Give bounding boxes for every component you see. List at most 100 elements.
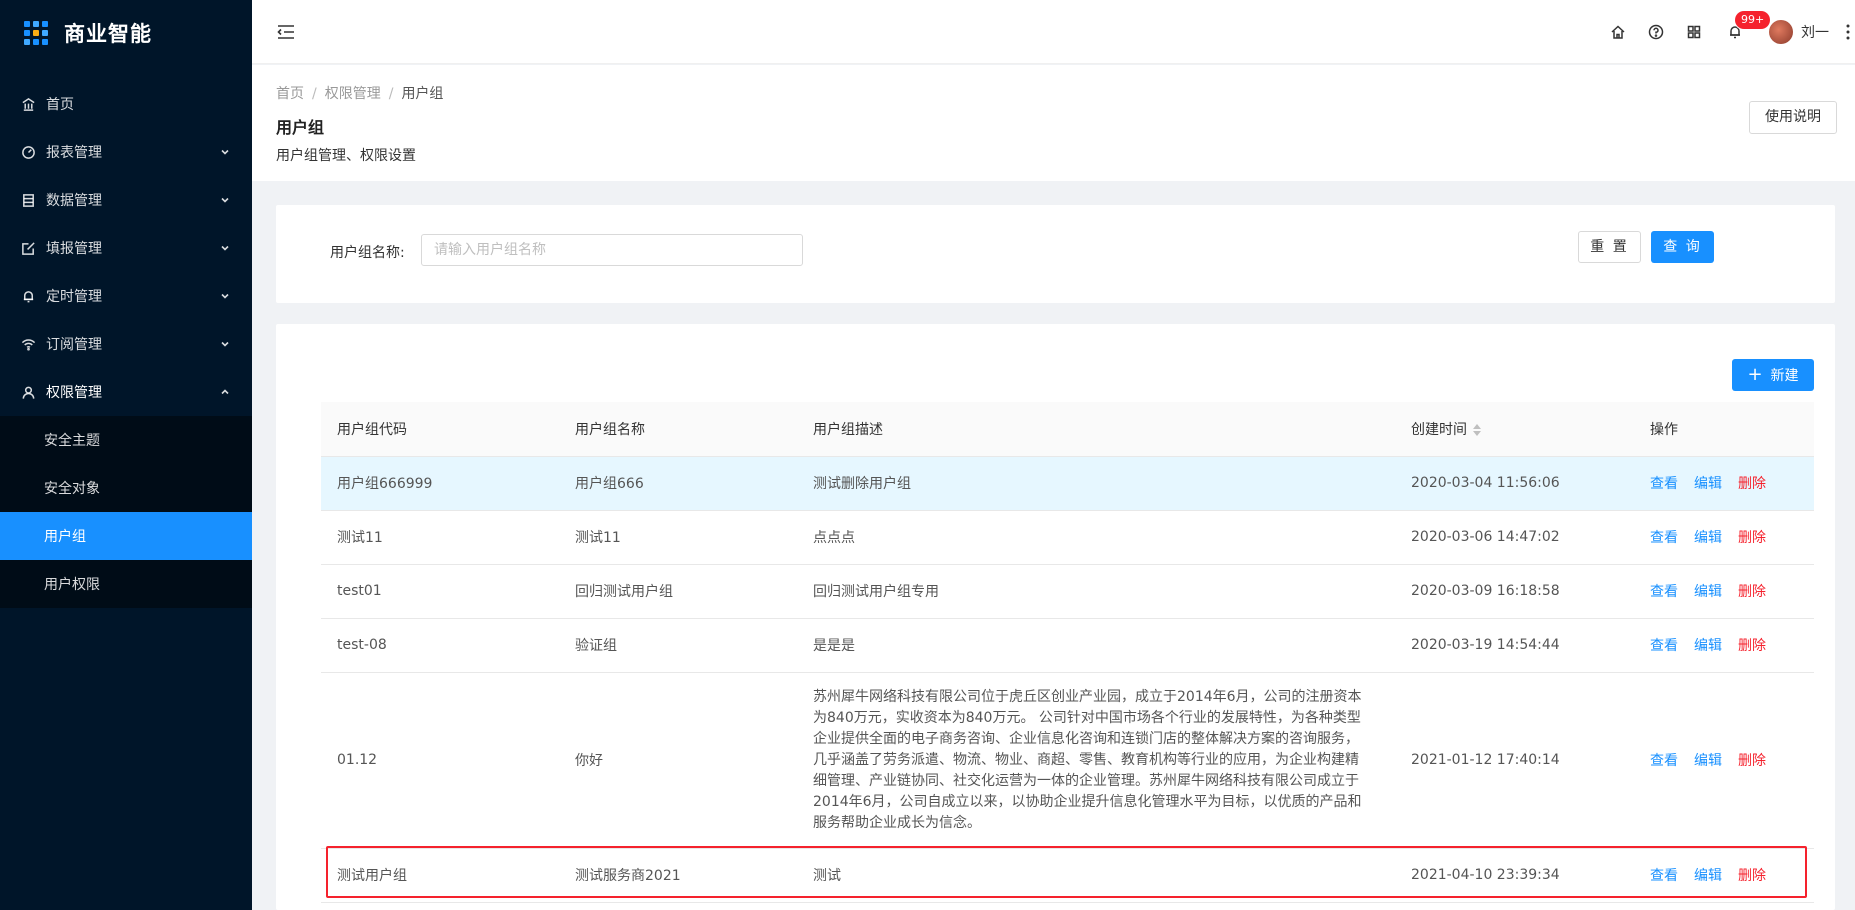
view-link[interactable]: 查看	[1650, 530, 1678, 546]
user-group-name-input[interactable]	[421, 234, 803, 266]
new-button[interactable]: + 新建	[1732, 359, 1814, 391]
form-icon	[20, 240, 36, 256]
sidebar-item-home[interactable]: 首页	[0, 80, 252, 128]
bell-icon	[20, 288, 36, 304]
delete-link[interactable]: 删除	[1738, 584, 1766, 600]
sidebar-item-forms[interactable]: 填报管理	[0, 224, 252, 272]
usage-guide-button[interactable]: 使用说明	[1749, 101, 1837, 134]
cell-actions: 查看 编辑 删除	[1634, 510, 1814, 565]
delete-link[interactable]: 删除	[1738, 638, 1766, 654]
sidebar-item-permissions[interactable]: 权限管理	[0, 368, 252, 416]
app-grid-icon	[24, 21, 48, 45]
view-link[interactable]: 查看	[1650, 638, 1678, 654]
cell-name: 你好	[559, 672, 797, 849]
sidebar-item-schedule[interactable]: 定时管理	[0, 272, 252, 320]
sidebar-item-label: 定时管理	[46, 289, 102, 305]
cell-created: 2021-04-10 23:39:34	[1395, 848, 1634, 903]
edit-link[interactable]: 编辑	[1694, 476, 1722, 492]
sidebar-item-label: 填报管理	[46, 241, 102, 257]
column-header-created-label: 创建时间	[1411, 421, 1467, 438]
page-header: 首页 / 权限管理 / 用户组 用户组 用户组管理、权限设置 使用说明	[252, 65, 1855, 181]
sidebar-item-security-object[interactable]: 安全对象	[0, 464, 252, 512]
cell-code: 用户组666999	[321, 456, 559, 511]
chevron-up-icon	[220, 387, 230, 397]
sidebar-item-user-permission[interactable]: 用户权限	[0, 560, 252, 608]
sidebar-item-label: 报表管理	[46, 145, 102, 161]
notifications-button[interactable]: 99+	[1713, 0, 1771, 64]
cell-created: 2020-03-04 11:56:06	[1395, 456, 1634, 511]
notification-badge: 99+	[1735, 11, 1771, 29]
app-logo[interactable]: 商业智能	[0, 0, 252, 66]
home-icon[interactable]	[1599, 0, 1637, 64]
cell-name: 用户组666	[559, 456, 797, 511]
column-header-actions: 操作	[1634, 402, 1814, 457]
menu-fold-icon[interactable]	[276, 22, 296, 42]
sidebar-menu: 首页 报表管理 数据管理 填报管理 定时管理 订阅管理 权限管理 安全主题 安全…	[0, 80, 252, 608]
cell-name: 验证组	[559, 618, 797, 673]
delete-link[interactable]: 删除	[1738, 753, 1766, 769]
sidebar-item-user-group[interactable]: 用户组	[0, 512, 252, 560]
bank-icon	[20, 96, 36, 112]
delete-link[interactable]: 删除	[1738, 868, 1766, 884]
column-header-created[interactable]: 创建时间	[1395, 402, 1634, 457]
sidebar-item-data[interactable]: 数据管理	[0, 176, 252, 224]
page-title: 用户组	[276, 118, 325, 137]
breadcrumb-current: 用户组	[401, 86, 444, 102]
cell-desc: 苏州犀牛网络科技有限公司位于虎丘区创业产业园，成立于2014年6月，公司的注册资…	[797, 672, 1395, 849]
sidebar-item-label: 权限管理	[46, 385, 102, 401]
breadcrumb-separator: /	[312, 86, 317, 102]
edit-link[interactable]: 编辑	[1694, 584, 1722, 600]
delete-link[interactable]: 删除	[1738, 530, 1766, 546]
cell-desc: 测试	[797, 848, 1395, 903]
sidebar-item-reports[interactable]: 报表管理	[0, 128, 252, 176]
cell-code: 测试11	[321, 510, 559, 565]
plus-icon: +	[1747, 364, 1763, 385]
edit-link[interactable]: 编辑	[1694, 638, 1722, 654]
delete-link[interactable]: 删除	[1738, 476, 1766, 492]
table-row: 测试用户组 测试服务商2021 测试 2021-04-10 23:39:34 查…	[321, 848, 1814, 903]
view-link[interactable]: 查看	[1650, 476, 1678, 492]
dashboard-icon	[20, 144, 36, 160]
cell-name: 测试服务商2021	[559, 848, 797, 903]
edit-link[interactable]: 编辑	[1694, 530, 1722, 546]
column-header-code: 用户组代码	[321, 402, 559, 457]
header-actions: 99+ 刘一	[1599, 0, 1855, 64]
sort-icon[interactable]	[1473, 423, 1481, 436]
sidebar-item-security-theme[interactable]: 安全主题	[0, 416, 252, 464]
cell-name: 回归测试用户组	[559, 564, 797, 619]
breadcrumb-home[interactable]: 首页	[276, 86, 304, 102]
view-link[interactable]: 查看	[1650, 584, 1678, 600]
search-panel: 用户组名称: 重 置 查 询	[276, 205, 1835, 303]
cell-code: test01	[321, 564, 559, 619]
breadcrumb-permissions[interactable]: 权限管理	[325, 86, 381, 102]
edit-link[interactable]: 编辑	[1694, 868, 1722, 884]
view-link[interactable]: 查看	[1650, 753, 1678, 769]
query-button[interactable]: 查 询	[1651, 231, 1714, 263]
apps-icon[interactable]	[1675, 0, 1713, 64]
edit-link[interactable]: 编辑	[1694, 753, 1722, 769]
cell-actions: 查看 编辑 删除	[1634, 456, 1814, 511]
search-label: 用户组名称:	[330, 245, 405, 261]
table-row: test01 回归测试用户组 回归测试用户组专用 2020-03-09 16:1…	[321, 564, 1814, 619]
breadcrumb-separator: /	[388, 86, 394, 102]
new-button-label: 新建	[1770, 368, 1799, 384]
chevron-down-icon	[220, 339, 230, 349]
view-link[interactable]: 查看	[1650, 868, 1678, 884]
sidebar-item-label: 数据管理	[46, 193, 102, 209]
cell-created: 2021-01-12 17:40:14	[1395, 672, 1634, 849]
sidebar-item-label: 首页	[46, 97, 74, 113]
cell-desc: 测试删除用户组	[797, 456, 1395, 511]
sidebar-item-subscriptions[interactable]: 订阅管理	[0, 320, 252, 368]
sidebar-item-label: 订阅管理	[46, 337, 102, 353]
cell-desc: 回归测试用户组专用	[797, 564, 1395, 619]
chevron-down-icon	[220, 195, 230, 205]
sidebar-submenu-permissions: 安全主题 安全对象 用户组 用户权限	[0, 416, 252, 608]
user-menu[interactable]: 刘一	[1769, 0, 1841, 64]
more-vertical-icon[interactable]	[1841, 0, 1855, 64]
cell-created: 2020-03-19 14:54:44	[1395, 618, 1634, 673]
chevron-down-icon	[220, 147, 230, 157]
sidebar: 商业智能 首页 报表管理 数据管理 填报管理 定时管理 订阅管理 权限管理 安全…	[0, 0, 252, 910]
cell-actions: 查看 编辑 删除	[1634, 618, 1814, 673]
help-icon[interactable]	[1637, 0, 1675, 64]
reset-button[interactable]: 重 置	[1578, 231, 1641, 263]
